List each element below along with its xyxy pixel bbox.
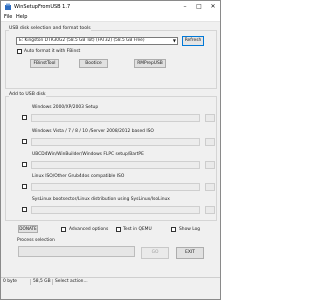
source-checkbox-winxp[interactable] [22, 115, 27, 120]
menu-help[interactable]: Help [16, 14, 27, 20]
donate-button[interactable]: DONATE [18, 225, 38, 233]
advanced-options-checkbox[interactable] [61, 227, 66, 232]
fbinst-tool-button[interactable]: FBinstTool [30, 59, 59, 68]
auto-format-label: Auto format it with FBinst [24, 49, 81, 54]
source-label-vista: Windows Vista / 7 / 8 / 10 /Server 2008/… [32, 129, 154, 134]
disk-selection-label: USB disk selection and format tools [9, 26, 91, 31]
chevron-down-icon: ▼ [172, 38, 176, 43]
browse-button-linux[interactable] [205, 183, 215, 191]
menu-file[interactable]: File [4, 14, 12, 20]
source-checkbox-syslinux[interactable] [22, 207, 27, 212]
process-selection-label: Process selection [17, 238, 55, 243]
status-size-free: 58,5 GB [33, 279, 51, 284]
source-label-linux: Linux ISO/Other Grub4dos compatible ISO [32, 174, 125, 179]
window-title: WinSetupFromUSB 1.7 [14, 4, 71, 10]
source-checkbox-ubcd[interactable] [22, 162, 27, 167]
menu-bar: File Help [1, 13, 220, 22]
rmprepusb-button[interactable]: RMPrepUSB [134, 59, 166, 68]
browse-button-syslinux[interactable] [205, 206, 215, 214]
app-window: WinSetupFromUSB 1.7 – □ ✕ File Help USB … [0, 0, 221, 300]
disk-select[interactable]: E: Kingston DTR30G2 (58.5 GB Tot) (FAT32… [16, 37, 178, 45]
show-log-label: Show Log [179, 227, 201, 232]
go-button[interactable]: GO [141, 247, 169, 259]
browse-button-winxp[interactable] [205, 114, 215, 122]
advanced-options-label: Advanced options [69, 227, 109, 232]
status-bar: 0 byte 58,5 GB Select action... [1, 277, 220, 285]
source-checkbox-vista[interactable] [22, 139, 27, 144]
title-bar: WinSetupFromUSB 1.7 – □ ✕ [1, 1, 220, 13]
source-path-ubcd[interactable] [31, 161, 200, 169]
status-message: Select action... [55, 279, 88, 284]
app-icon [5, 3, 11, 10]
source-label-ubcd: UBCD4Win/WinBuilder/Windows FLPC setup/B… [32, 152, 144, 157]
source-path-winxp[interactable] [31, 114, 200, 122]
source-path-vista[interactable] [31, 138, 200, 146]
close-button[interactable]: ✕ [206, 1, 220, 12]
refresh-button[interactable]: Refresh [182, 36, 204, 46]
browse-button-vista[interactable] [205, 138, 215, 146]
source-label-winxp: Windows 2000/XP/2003 Setup [32, 105, 99, 110]
maximize-button[interactable]: □ [192, 1, 206, 12]
progress-bar [18, 246, 135, 257]
minimize-button[interactable]: – [178, 1, 192, 12]
source-path-linux[interactable] [31, 183, 200, 191]
test-in-qemu-label: Test in QEMU [123, 227, 152, 232]
bootice-button[interactable]: Bootice [79, 59, 108, 68]
browse-button-ubcd[interactable] [205, 161, 215, 169]
source-checkbox-linux[interactable] [22, 184, 27, 189]
status-divider [52, 279, 53, 285]
disk-select-value: E: Kingston DTR30G2 (58.5 GB Tot) (FAT32… [19, 38, 145, 43]
status-divider [30, 279, 31, 285]
exit-button[interactable]: EXIT [176, 247, 204, 259]
add-to-usb-label: Add to USB disk [9, 92, 46, 97]
status-size-bytes: 0 byte [3, 279, 17, 284]
test-in-qemu-checkbox[interactable] [116, 227, 121, 232]
auto-format-checkbox[interactable] [17, 49, 22, 54]
source-label-syslinux: SysLinux bootsector/Linux distribution u… [32, 197, 170, 202]
source-path-syslinux[interactable] [31, 206, 200, 214]
show-log-checkbox[interactable] [171, 227, 176, 232]
